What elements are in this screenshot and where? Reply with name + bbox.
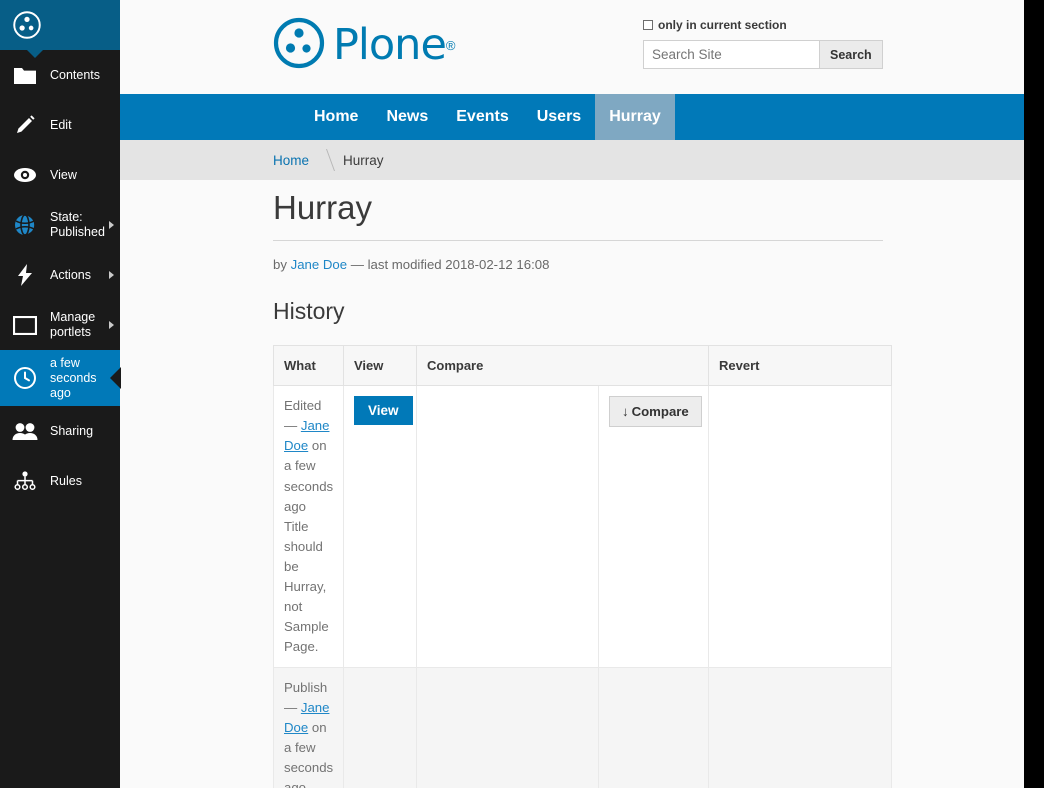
cell-compare-empty xyxy=(416,667,599,788)
clock-icon xyxy=(0,367,50,390)
sidebar-label-actions: Actions xyxy=(50,267,91,282)
sidebar-label-contents: Contents xyxy=(50,67,101,82)
main-navigation: Home News Events Users Hurray xyxy=(120,94,1024,140)
sidebar-item-contents[interactable]: Contents xyxy=(0,50,120,100)
search-button[interactable]: Search xyxy=(819,40,883,69)
only-in-section-row[interactable]: only in current section xyxy=(643,18,863,32)
nav-item-users[interactable]: Users xyxy=(523,94,595,140)
app-window: Contents Edit View State: Published Acti… xyxy=(0,0,1044,788)
sidebar-item-view[interactable]: View xyxy=(0,150,120,200)
search-area: only in current section Search xyxy=(643,18,883,69)
cell-compare xyxy=(597,667,710,788)
sidebar-item-actions[interactable]: Actions xyxy=(0,250,120,300)
nav-item-home[interactable]: Home xyxy=(300,94,372,140)
what-action: Publish xyxy=(284,680,328,696)
what-dash: — xyxy=(284,700,298,716)
breadcrumb-separator-icon xyxy=(317,149,336,171)
byline-author-link[interactable]: Jane Doe xyxy=(291,257,347,272)
sitemap-icon xyxy=(0,471,50,491)
sidebar-label-rules: Rules xyxy=(50,473,82,488)
cell-view xyxy=(343,667,417,788)
arrow-down-icon: ↓ xyxy=(622,404,629,420)
what-on: on xyxy=(311,720,327,736)
only-in-section-checkbox[interactable] xyxy=(643,20,653,30)
search-row: Search xyxy=(643,40,883,69)
workflow-sphere-icon xyxy=(0,214,50,236)
history-heading: History xyxy=(273,298,345,325)
sidebar-item-sharing[interactable]: Sharing xyxy=(0,406,120,456)
chevron-right-icon xyxy=(109,321,114,329)
compare-button[interactable]: ↓ Compare xyxy=(609,396,702,428)
plone-logo-icon xyxy=(273,17,325,74)
sidebar-item-history[interactable]: a few seconds ago xyxy=(0,350,120,407)
cell-what: Publish — Jane Doe on a few seconds ago xyxy=(273,667,344,788)
what-when: a few seconds ago xyxy=(284,740,334,788)
column-header-what: What xyxy=(273,345,344,387)
page-title: Hurray xyxy=(273,189,883,242)
sidebar-item-edit[interactable]: Edit xyxy=(0,100,120,150)
breadcrumb-current: Hurray xyxy=(343,152,384,168)
cell-view: View xyxy=(343,385,417,669)
toolbar-logo-button[interactable] xyxy=(0,0,120,58)
only-in-section-label: only in current section xyxy=(658,18,787,32)
chevron-right-icon xyxy=(109,271,114,279)
site-logo-text: Plone xyxy=(333,20,447,70)
sidebar-label-state: State: Published xyxy=(50,210,105,239)
byline-by: by xyxy=(273,257,287,273)
sidebar-label-view: View xyxy=(50,167,77,182)
what-when: a few seconds ago xyxy=(284,458,334,514)
lightning-bolt-icon xyxy=(0,264,50,286)
view-button[interactable]: View xyxy=(354,396,413,426)
history-table: What View Compare Revert Edited — Jane D… xyxy=(273,345,893,788)
what-action: Edited xyxy=(284,398,322,414)
sidebar-item-manage-portlets[interactable]: Manage portlets xyxy=(0,300,120,350)
plone-toolbar: Contents Edit View State: Published Acti… xyxy=(0,0,120,788)
nav-item-news[interactable]: News xyxy=(372,94,442,140)
nav-item-events[interactable]: Events xyxy=(442,94,522,140)
search-input[interactable] xyxy=(643,40,819,69)
byline: by Jane Doe — last modified 2018-02-12 1… xyxy=(273,257,883,272)
what-dash: — xyxy=(284,418,298,434)
sidebar-label-edit: Edit xyxy=(50,117,72,132)
page-container: Plone ® only in current section Search H… xyxy=(120,0,1024,788)
eye-icon xyxy=(0,167,50,183)
sidebar-label-sharing: Sharing xyxy=(50,423,94,438)
site-header: Plone ® only in current section Search xyxy=(130,0,1024,94)
byline-modified: — last modified 2018-02-12 16:08 xyxy=(350,257,550,273)
table-row: Publish — Jane Doe on a few seconds ago xyxy=(273,667,893,788)
rectangle-icon xyxy=(0,315,50,335)
what-comment: Title should be Hurray, not Sample Page. xyxy=(284,518,329,655)
cell-revert xyxy=(708,385,893,669)
column-header-revert: Revert xyxy=(708,345,893,387)
cell-compare: ↓ Compare xyxy=(597,385,710,669)
sidebar-label-history: a few seconds ago xyxy=(50,356,97,400)
cell-revert xyxy=(708,667,893,788)
breadcrumb: Home Hurray xyxy=(120,140,1024,180)
column-header-view: View xyxy=(343,345,417,387)
sidebar-item-rules[interactable]: Rules xyxy=(0,456,120,506)
content-area: Hurray by Jane Doe — last modified 2018-… xyxy=(273,189,893,788)
breadcrumb-home[interactable]: Home xyxy=(273,153,309,168)
plone-mark-icon xyxy=(12,10,42,40)
site-logo[interactable]: Plone ® xyxy=(273,17,456,74)
folder-icon xyxy=(0,66,50,84)
table-row: Edited — Jane Doe on a few seconds ago T… xyxy=(273,385,893,669)
cell-what: Edited — Jane Doe on a few seconds ago T… xyxy=(273,385,344,669)
registered-mark-icon: ® xyxy=(445,38,456,53)
chevron-right-icon xyxy=(109,221,114,229)
compare-button-label: Compare xyxy=(631,404,689,420)
column-header-compare: Compare xyxy=(415,345,710,387)
pencil-icon xyxy=(0,114,50,136)
users-icon xyxy=(0,422,50,441)
table-header-row: What View Compare Revert xyxy=(273,345,893,387)
sidebar-item-state[interactable]: State: Published xyxy=(0,200,120,250)
what-on: on xyxy=(311,438,327,454)
nav-item-hurray[interactable]: Hurray xyxy=(595,94,675,140)
cell-compare-empty xyxy=(416,385,599,669)
sidebar-label-manage-portlets: Manage portlets xyxy=(50,310,96,339)
